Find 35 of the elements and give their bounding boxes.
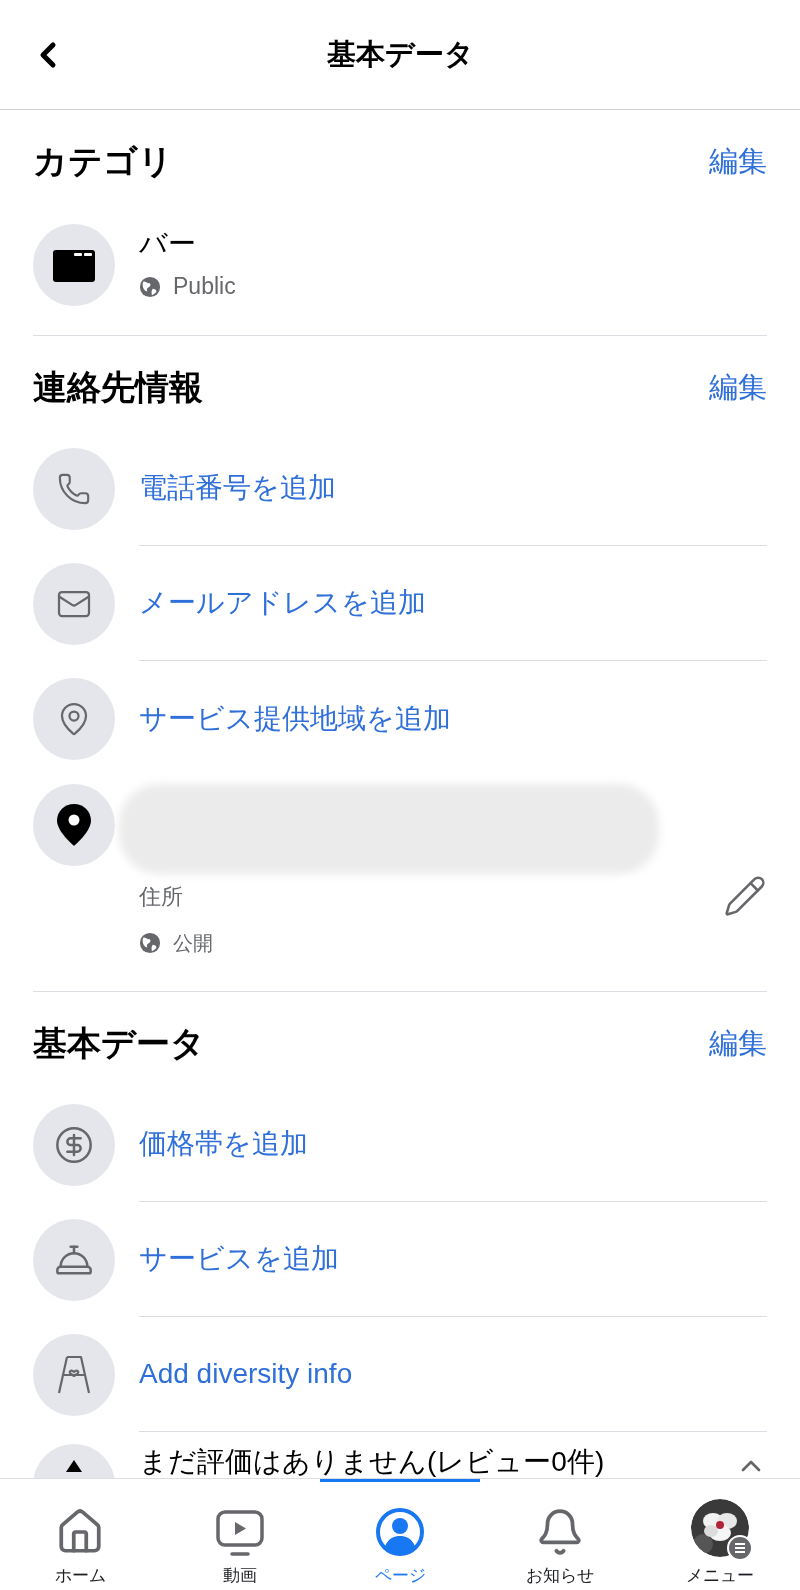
section-title: カテゴリ — [33, 141, 173, 182]
rating-summary: まだ評価はありません(レビュー0件) — [139, 1445, 605, 1478]
edit-link[interactable]: 編集 — [709, 1021, 767, 1066]
privacy-label: 公開 — [173, 931, 213, 956]
folder-icon — [53, 248, 95, 282]
tab-bar-item[interactable]: ホーム — [0, 1479, 160, 1590]
profile-icon — [375, 1507, 425, 1557]
tab-bar-item[interactable]: お知らせ — [480, 1479, 640, 1590]
address-label: 住所 — [139, 882, 183, 911]
tab-bar-item[interactable]: メニュー — [640, 1479, 800, 1590]
add-link[interactable]: 価格帯を追加 — [139, 1123, 308, 1165]
section-title: 連絡先情報 — [33, 367, 203, 408]
menu-icon — [727, 1535, 753, 1561]
edit-link[interactable]: 編集 — [709, 139, 767, 184]
add-link[interactable]: 電話番号を追加 — [139, 467, 336, 509]
privacy-label: Public — [173, 272, 236, 302]
edit-link[interactable]: 編集 — [709, 365, 767, 410]
video-icon — [215, 1509, 265, 1557]
edit-icon[interactable] — [723, 874, 767, 918]
add-link[interactable]: メールアドレスを追加 — [139, 582, 426, 624]
map-pin-icon — [57, 804, 91, 846]
section-title: 基本データ — [33, 1023, 205, 1064]
triangle-icon — [66, 1460, 82, 1472]
phone-icon — [57, 471, 91, 506]
tab-bar-item[interactable]: 動画 — [160, 1479, 320, 1590]
sign-board-icon — [56, 1354, 92, 1395]
tab-bar-item[interactable]: ページ — [320, 1479, 480, 1590]
globe-icon — [139, 932, 161, 954]
add-link[interactable]: サービス提供地域を追加 — [139, 697, 451, 740]
dollar-icon — [54, 1124, 94, 1165]
category-name: バー — [139, 227, 197, 262]
add-link[interactable]: Add diversity info — [139, 1353, 353, 1395]
page-title: 基本データ — [326, 36, 474, 72]
globe-icon — [139, 275, 161, 298]
add-link[interactable]: サービスを追加 — [139, 1238, 339, 1280]
